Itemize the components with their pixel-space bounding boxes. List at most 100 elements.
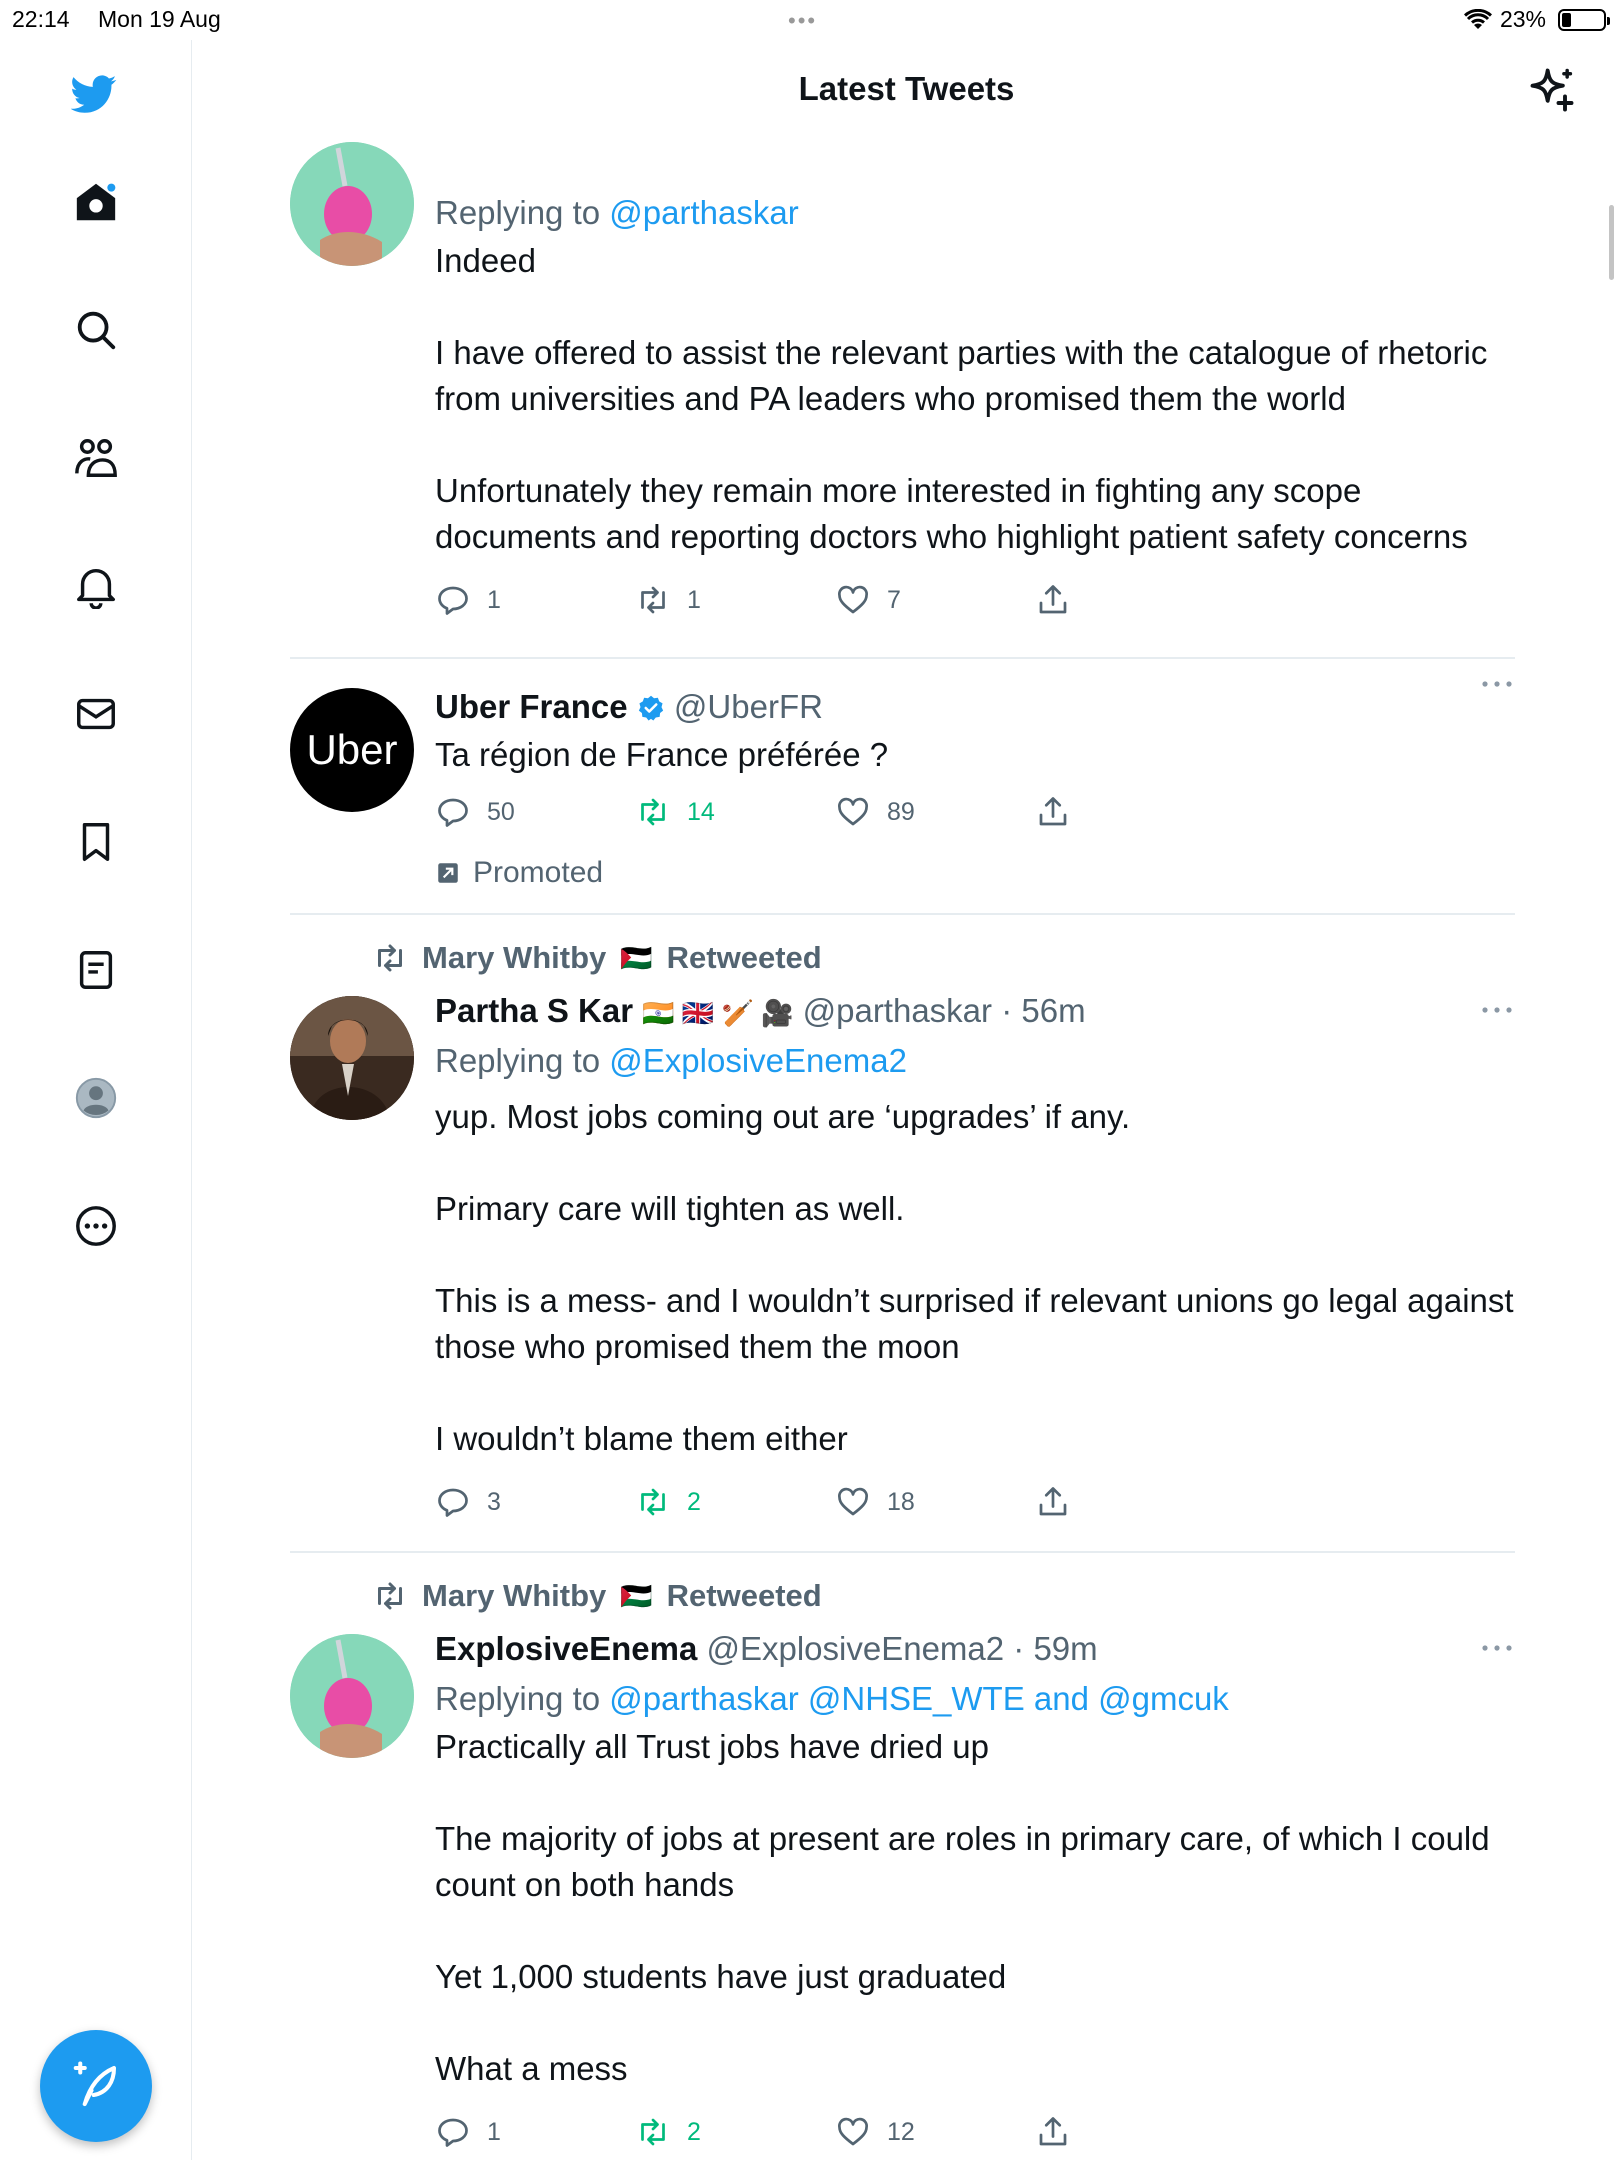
promoted-label: Promoted	[435, 856, 1515, 890]
heart-icon	[838, 1487, 868, 1516]
reply-icon	[438, 2118, 468, 2147]
heart-icon	[838, 2117, 868, 2146]
retweet-button[interactable]: 14	[635, 794, 715, 830]
like-button[interactable]: 7	[835, 582, 901, 618]
retweet-context: Mary Whitby 🇵🇸 Retweeted	[372, 940, 822, 976]
messages-icon[interactable]	[68, 686, 124, 742]
home-icon[interactable]	[68, 174, 124, 230]
like-count: 7	[887, 585, 901, 614]
battery-icon	[1558, 8, 1610, 31]
tweet-text: Primary care will tighten as well.	[435, 1190, 905, 1227]
share-icon	[1039, 1487, 1067, 1516]
share-icon	[1039, 2117, 1067, 2146]
multitasking-dots[interactable]: •••	[788, 8, 817, 34]
lists-icon[interactable]	[68, 942, 124, 998]
reply-mention-link[interactable]: @ExplosiveEnema2	[609, 1042, 907, 1079]
tweet[interactable]: Mary Whitby 🇵🇸 Retweeted Partha S Kar 🇮🇳…	[290, 916, 1515, 1553]
reply-context: Replying to @ExplosiveEnema2	[435, 1036, 1515, 1086]
compose-button[interactable]	[40, 2030, 152, 2142]
avatar[interactable]: Uber	[290, 688, 414, 812]
battery-fill	[1562, 12, 1572, 27]
like-button[interactable]: 12	[835, 2114, 915, 2150]
tweet[interactable]: Replying to @parthaskar Indeed I have of…	[290, 110, 1515, 659]
author-handle[interactable]: @ExplosiveEnema2	[706, 1630, 1004, 1667]
status-bar: 22:14 Mon 19 Aug ••• 23%	[0, 0, 1620, 40]
avatar[interactable]	[290, 142, 414, 266]
tweet-time[interactable]: · 59m	[1013, 1630, 1097, 1667]
author-name[interactable]: Partha S Kar	[435, 992, 633, 1029]
retweeter-name[interactable]: Mary Whitby	[422, 1578, 606, 1614]
reply-mention-link[interactable]: @parthaskar	[609, 194, 798, 231]
reply-button[interactable]: 1	[435, 2114, 501, 2150]
reply-button[interactable]: 3	[435, 1484, 501, 1520]
retweet-button[interactable]: 2	[635, 2114, 701, 2150]
reply-count: 50	[487, 797, 515, 826]
retweet-icon	[641, 798, 665, 826]
profile-icon[interactable]	[68, 1070, 124, 1126]
share-icon	[1039, 585, 1067, 614]
reply-icon	[438, 798, 468, 827]
more-options-icon[interactable]	[1479, 1000, 1515, 1020]
more-options-icon[interactable]	[1479, 674, 1515, 694]
reply-button[interactable]: 50	[435, 794, 515, 830]
sparkle-icon[interactable]	[1526, 64, 1578, 116]
twitter-logo-icon[interactable]	[66, 66, 122, 122]
battery-percent: 23%	[1499, 6, 1546, 32]
share-button[interactable]	[1035, 794, 1071, 830]
wifi-icon	[1463, 8, 1492, 29]
reply-icon	[438, 1488, 468, 1517]
avatar[interactable]	[290, 996, 414, 1120]
author-handle[interactable]: @UberFR	[674, 688, 823, 725]
reply-context: Replying to @parthaskar	[435, 188, 1515, 238]
tweet-text: What a mess	[435, 2050, 628, 2087]
notifications-icon[interactable]	[68, 558, 124, 614]
tweet-text: This is a mess- and I wouldn’t surprised…	[435, 1282, 1514, 1365]
retweet-icon	[641, 1488, 665, 1516]
retweeted-label: Retweeted	[666, 1578, 822, 1613]
bookmarks-icon[interactable]	[68, 814, 124, 870]
more-icon[interactable]	[68, 1198, 124, 1254]
share-button[interactable]	[1035, 2114, 1071, 2150]
communities-icon[interactable]	[68, 430, 124, 486]
tweet[interactable]: Uber Uber France @UberFR Ta région de Fr…	[290, 660, 1515, 915]
reply-icon	[438, 586, 468, 615]
retweet-button[interactable]: 1	[635, 582, 701, 618]
author-handle[interactable]: @parthaskar	[803, 992, 992, 1029]
tweet-actions: 1 1 7	[435, 582, 1515, 632]
share-button[interactable]	[1035, 582, 1071, 618]
retweeted-label: Retweeted	[666, 940, 822, 975]
reply-button[interactable]: 1	[435, 582, 501, 618]
like-button[interactable]: 18	[835, 1484, 915, 1520]
retweeter-flag: 🇵🇸	[620, 1580, 653, 1611]
sidebar	[0, 40, 192, 2160]
like-count: 89	[887, 797, 915, 826]
retweet-icon	[378, 1582, 402, 1610]
status-time: 22:14	[12, 6, 70, 32]
tweet-text: Indeed	[435, 242, 536, 279]
reply-count: 1	[487, 585, 501, 614]
scrollbar-thumb[interactable]	[1609, 205, 1614, 280]
tweet-body: Indeed I have offered to assist the rele…	[435, 238, 1515, 560]
retweet-button[interactable]: 2	[635, 1484, 701, 1520]
share-icon	[1039, 797, 1067, 826]
search-icon[interactable]	[68, 302, 124, 358]
tweet-author-row: Partha S Kar 🇮🇳 🇬🇧 🏏 🎥 @parthaskar · 56m	[435, 986, 1515, 1036]
tweet-text: I have offered to assist the relevant pa…	[435, 334, 1488, 417]
tweet-author-row: Uber France @UberFR	[435, 682, 1515, 732]
reply-mention-link[interactable]: @parthaskar @NHSE_WTE and @gmcuk	[609, 1680, 1229, 1717]
share-button[interactable]	[1035, 1484, 1071, 1520]
reply-prefix: Replying to	[435, 1042, 601, 1079]
reply-prefix: Replying to	[435, 1680, 601, 1717]
retweeter-flag: 🇵🇸	[620, 942, 653, 973]
author-name[interactable]: ExplosiveEnema	[435, 1630, 697, 1667]
tweet-time[interactable]: · 56m	[1001, 992, 1085, 1029]
more-options-icon[interactable]	[1479, 1638, 1515, 1658]
retweeter-name[interactable]: Mary Whitby	[422, 940, 606, 976]
author-name[interactable]: Uber France	[435, 688, 628, 725]
tweet-text: Ta région de France préférée ?	[435, 736, 889, 773]
compose-icon	[73, 2061, 117, 2107]
timeline: Replying to @parthaskar Indeed I have of…	[193, 40, 1620, 2160]
tweet[interactable]: Mary Whitby 🇵🇸 Retweeted ExplosiveEnema …	[290, 1554, 1515, 2160]
avatar[interactable]	[290, 1634, 414, 1758]
like-button[interactable]: 89	[835, 794, 915, 830]
